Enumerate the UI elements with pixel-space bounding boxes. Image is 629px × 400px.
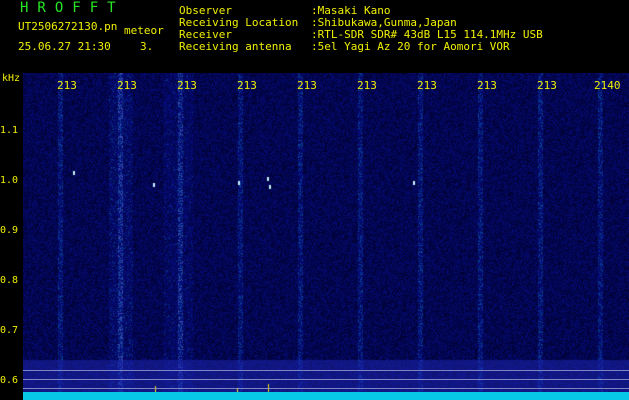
y-axis-unit: kHz (2, 73, 21, 84)
file-name: UT2506272130.pn (18, 20, 118, 33)
x-tick-label: 213 (177, 79, 197, 92)
header-panel: HROFFT UT2506272130.pn meteor 25.06.27 2… (0, 0, 629, 72)
y-tick-label: 0.6 (0, 375, 19, 386)
y-tick-label: 1.1 (0, 125, 19, 136)
x-tick-label: 213 (57, 79, 77, 92)
meta-value: :5el Yagi Az 20 for Aomori VOR (311, 40, 510, 53)
y-tick-label: 1.0 (0, 175, 19, 186)
reference-line (23, 370, 629, 371)
x-tick-label: 2140 (594, 79, 621, 92)
x-tick-label: 213 (357, 79, 377, 92)
datetime-label: 25.06.27 21:30 (18, 40, 111, 53)
x-tick-label: 213 (417, 79, 437, 92)
reference-line (23, 388, 629, 389)
y-tick-label: 0.8 (0, 275, 19, 286)
y-tick-label: 0.9 (0, 225, 19, 236)
reference-line (23, 379, 629, 380)
meta-key: Receiving antenna (179, 40, 292, 53)
x-tick-label: 213 (477, 79, 497, 92)
meta-antenna: Receiving antenna :5el Yagi Az 20 for Aom… (179, 41, 510, 53)
app-brand: HROFFT (20, 0, 125, 16)
spectrogram-plot (23, 73, 629, 400)
x-tick-label: 213 (237, 79, 257, 92)
x-tick-label: 213 (117, 79, 137, 92)
y-tick-label: 0.7 (0, 325, 19, 336)
mode-label: meteor (124, 24, 164, 37)
x-tick-label: 213 (537, 79, 557, 92)
signal-baseline (23, 392, 629, 400)
spectrogram-canvas (23, 73, 629, 400)
count-label: 3. (140, 40, 154, 53)
x-tick-label: 213 (297, 79, 317, 92)
